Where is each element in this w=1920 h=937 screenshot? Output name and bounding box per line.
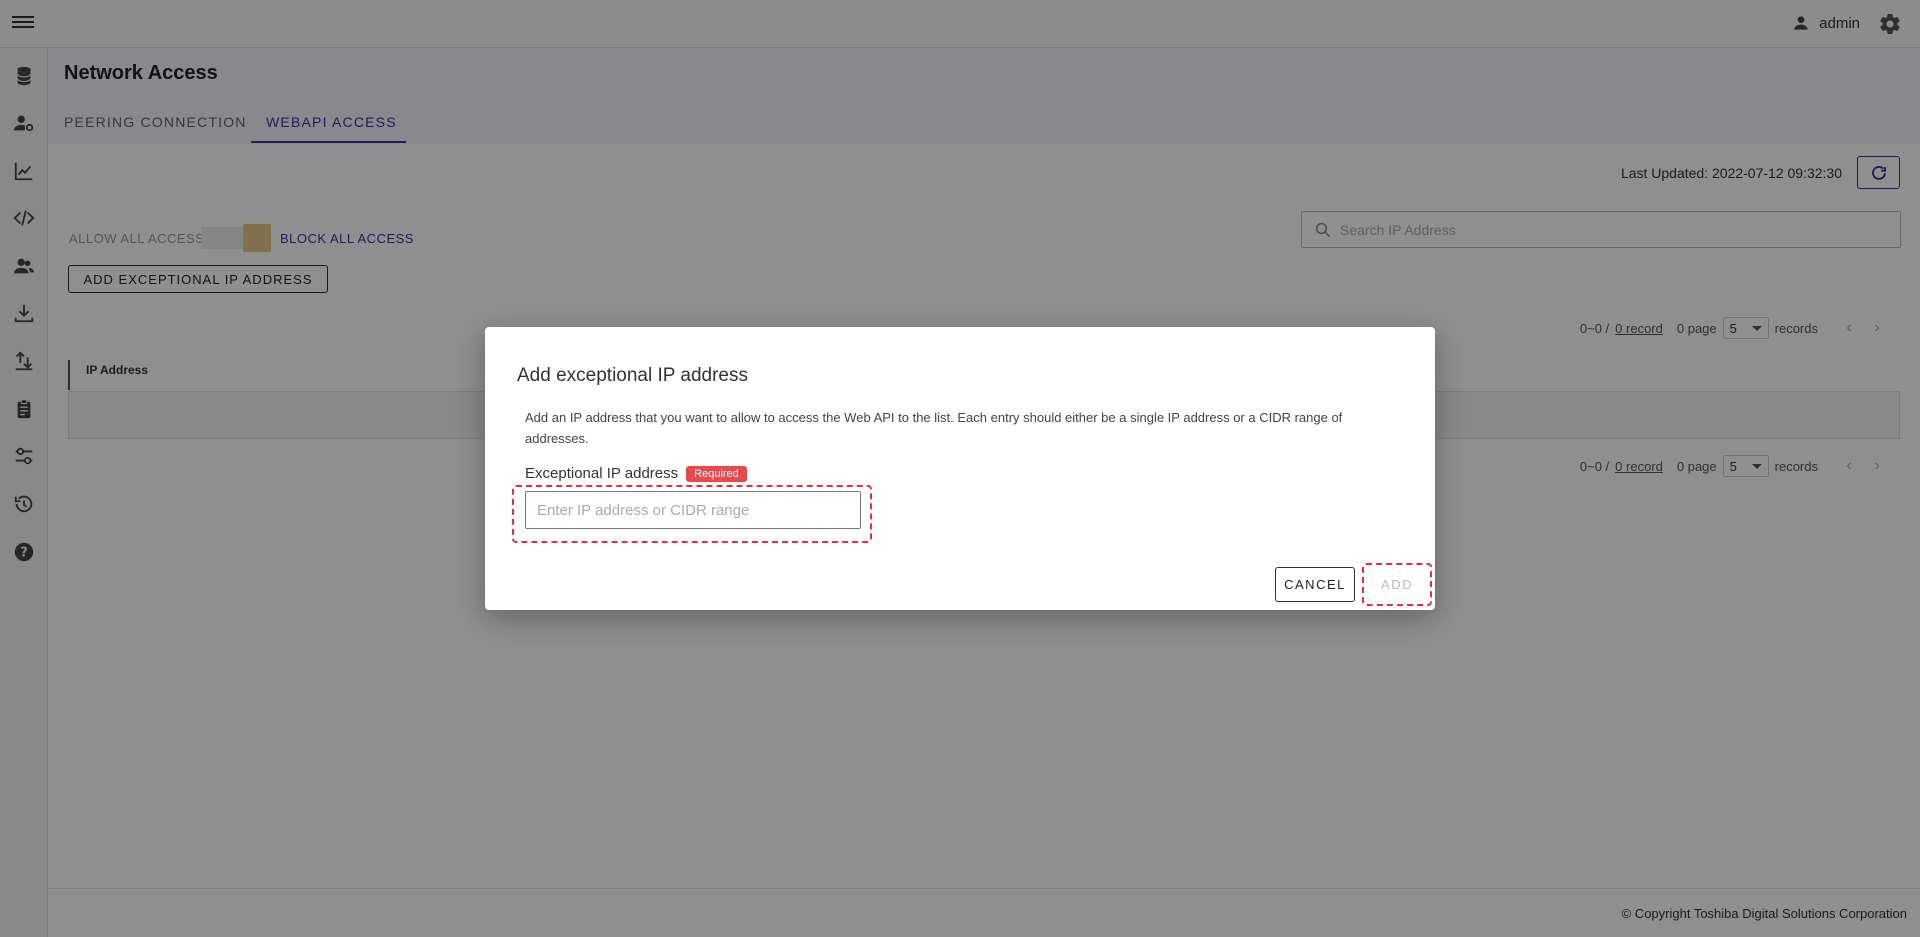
- ip-address-input[interactable]: [525, 491, 861, 529]
- ip-field-label-text: Exceptional IP address: [525, 465, 679, 482]
- dialog-title: Add exceptional IP address: [517, 365, 748, 386]
- required-badge: Required: [686, 465, 747, 482]
- add-button[interactable]: ADD: [1365, 567, 1429, 602]
- ip-field-label: Exceptional IP address Required: [525, 465, 747, 482]
- add-ip-dialog: Add exceptional IP address Add an IP add…: [485, 327, 1435, 610]
- dialog-description: Add an IP address that you want to allow…: [525, 410, 1343, 446]
- cancel-button[interactable]: CANCEL: [1275, 567, 1355, 602]
